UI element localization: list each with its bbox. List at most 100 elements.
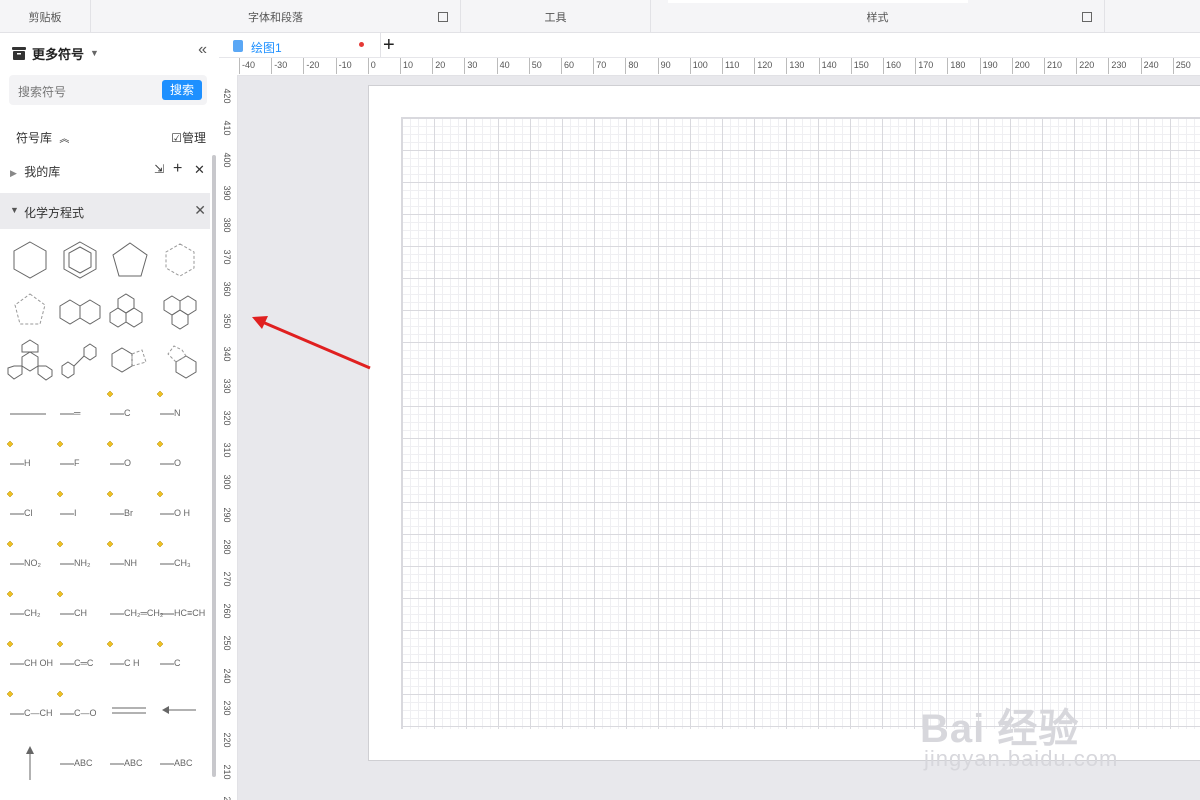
symbol-hydroxyl-icon[interactable]: O H <box>156 488 204 534</box>
tools-group-label: 工具 <box>544 12 567 24</box>
manage-button[interactable]: ☑管理 <box>171 129 206 146</box>
symbol-cyclohexane-c-icon[interactable] <box>156 238 204 284</box>
expand-dialog-icon[interactable] <box>1082 12 1092 22</box>
close-library-icon[interactable]: ✕ <box>194 202 206 219</box>
symbol-cyclopentane-c-icon[interactable] <box>6 288 54 334</box>
close-icon[interactable]: ✕ <box>194 162 205 178</box>
font-paragraph-group[interactable]: 字体和段落 <box>91 0 461 32</box>
symbol-methylene-icon[interactable]: CH₂ <box>6 588 54 634</box>
collapse-sidebar-icon[interactable]: « <box>198 41 207 59</box>
style-group[interactable]: 样式 <box>651 0 1105 32</box>
export-icon[interactable]: ⇲ <box>154 162 164 176</box>
h-ruler-mark <box>625 58 627 74</box>
sidebar-header[interactable]: 更多符号 ▼ <box>12 43 99 63</box>
symbol-single-bond-icon[interactable] <box>6 388 54 434</box>
ribbon-toolbar: 剪贴板 字体和段落 工具 样式 <box>0 0 1200 33</box>
symbol-acetylene-icon[interactable]: HC≡CH <box>156 588 205 634</box>
symbol-fluorine-bond-icon[interactable]: F <box>56 438 104 484</box>
symbol-pentagon-icon[interactable] <box>106 238 154 284</box>
symbol-phenanthrene-icon[interactable] <box>106 288 154 334</box>
h-ruler-mark <box>1076 58 1078 74</box>
symbol-methyl-icon[interactable]: CH₃ <box>156 538 204 584</box>
v-ruler-tick: 410 <box>222 120 232 136</box>
symbol-ethylene-icon[interactable]: CH₂═CH₂ <box>106 588 163 634</box>
add-icon[interactable]: + <box>173 160 182 178</box>
symbol-left-arrow-icon[interactable] <box>156 688 204 734</box>
v-ruler-tick: 290 <box>222 507 232 523</box>
symbol-pyrene-icon[interactable] <box>156 288 204 334</box>
grid-canvas[interactable] <box>401 117 1200 729</box>
up-arrow-icon <box>26 746 34 780</box>
symbol-hydrogen-bond-icon[interactable]: H <box>6 438 54 484</box>
symbol-biphenyl-icon[interactable] <box>56 338 104 384</box>
style-group-label: 样式 <box>866 12 889 24</box>
symbol-carbon-cross-icon[interactable]: C <box>106 388 154 434</box>
h-ruler-mark <box>915 58 917 74</box>
symbol-iodine-bond-icon[interactable]: I <box>56 488 104 534</box>
symbol-label: F <box>74 458 80 468</box>
h-ruler-mark <box>239 58 240 74</box>
symbol-aldehyde-icon[interactable]: C H <box>106 638 154 684</box>
symbol-abc-box-icon[interactable]: ABC <box>56 738 104 784</box>
add-tab-button[interactable]: + <box>383 34 395 56</box>
library-section-header[interactable]: 符号库 ︽ ☑管理 <box>16 129 206 149</box>
search-input[interactable]: 搜索符号 搜索 <box>9 75 207 105</box>
symbol-carboxyl-ch-icon[interactable]: C—CH <box>6 688 54 734</box>
vertical-ruler[interactable]: 420 410 400 390 380 370 360 350 340 330 320 310 300 2… <box>219 75 238 800</box>
symbol-abc-fraction-icon[interactable]: ABC <box>156 738 204 784</box>
symbol-fluorene-icon[interactable] <box>156 338 204 384</box>
document-tab-bar: 绘图1 + <box>219 33 1200 58</box>
v-ruler-tick: 210 <box>222 764 232 780</box>
symbol-equilibrium-lines-icon[interactable] <box>106 688 154 734</box>
symbol-methine-icon[interactable]: CH <box>56 588 104 634</box>
my-library-row[interactable]: ▶ 我的库 ⇲ + ✕ <box>10 160 208 183</box>
symbol-up-arrow-icon[interactable] <box>6 738 54 784</box>
equilibrium-lines-icon <box>112 707 146 714</box>
benzene-icon <box>63 241 97 279</box>
h-ruler-tick: -20 <box>306 60 320 70</box>
symbol-nitro-icon[interactable]: NO₂ <box>6 538 54 584</box>
symbol-label: NH <box>124 558 137 568</box>
symbol-double-bond-icon[interactable]: ═ <box>56 388 104 434</box>
chem-library-header[interactable]: ▼ 化学方程式 ✕ <box>0 193 210 229</box>
symbol-label: C—O <box>74 708 97 718</box>
tab-label: 绘图1 <box>251 41 282 55</box>
symbol-naphthalene-icon[interactable] <box>56 288 104 334</box>
expand-dialog-icon[interactable] <box>438 12 448 22</box>
symbol-ch-oh-icon[interactable]: CH OH <box>6 638 54 684</box>
search-button[interactable]: 搜索 <box>162 80 202 100</box>
horizontal-ruler[interactable]: -40 -30 -20 -10 0 10 20 30 40 50 60 70 80 90 100 110 120… <box>238 58 1200 76</box>
symbol-label: O <box>174 458 182 468</box>
symbol-cc-double-icon[interactable]: C═C <box>56 638 104 684</box>
symbol-imine-icon[interactable]: NH <box>106 538 154 584</box>
symbol-oxygen-bond-icon[interactable]: O <box>106 438 154 484</box>
symbol-bromine-bond-icon[interactable]: Br <box>106 488 154 534</box>
v-ruler-tick: 250 <box>222 635 232 651</box>
symbol-benzene-icon[interactable] <box>56 238 104 284</box>
symbol-triphenylene-icon[interactable] <box>6 338 54 384</box>
tab-drawing-1[interactable]: 绘图1 <box>229 33 379 57</box>
watermark: Bai 经验 jingyan.baidu.com <box>918 690 1148 800</box>
h-ruler-tick: 20 <box>435 60 446 70</box>
tools-group[interactable]: 工具 <box>461 0 651 32</box>
symbol-indene-icon[interactable] <box>106 338 154 384</box>
symbol-carbonyl-icon[interactable]: C <box>156 638 204 684</box>
v-ruler-tick: 340 <box>222 346 232 362</box>
symbol-abc-arrows-icon[interactable]: ABC <box>106 738 154 784</box>
symbol-chlorine-bond-icon[interactable]: Cl <box>6 488 54 534</box>
symbol-ketone-ring-icon[interactable]: O <box>156 438 204 484</box>
drawing-page[interactable] <box>368 85 1200 761</box>
symbol-amino-icon[interactable]: NH₂ <box>56 538 104 584</box>
naphthalene-icon <box>59 299 101 325</box>
h-ruler-tick: -40 <box>242 60 256 70</box>
h-ruler-mark <box>464 58 466 74</box>
h-ruler-mark <box>947 58 949 74</box>
symbol-ester-icon[interactable]: C—O <box>56 688 104 734</box>
symbol-label: C <box>124 408 131 418</box>
symbol-hexagon-icon[interactable] <box>6 238 54 284</box>
sidebar-scrollbar[interactable] <box>212 155 216 777</box>
clipboard-group[interactable]: 剪贴板 <box>0 0 91 32</box>
symbol-label: CH₂ <box>24 608 41 618</box>
biphenyl-icon <box>61 343 97 379</box>
symbol-nitrogen-icon[interactable]: N <box>156 388 204 434</box>
